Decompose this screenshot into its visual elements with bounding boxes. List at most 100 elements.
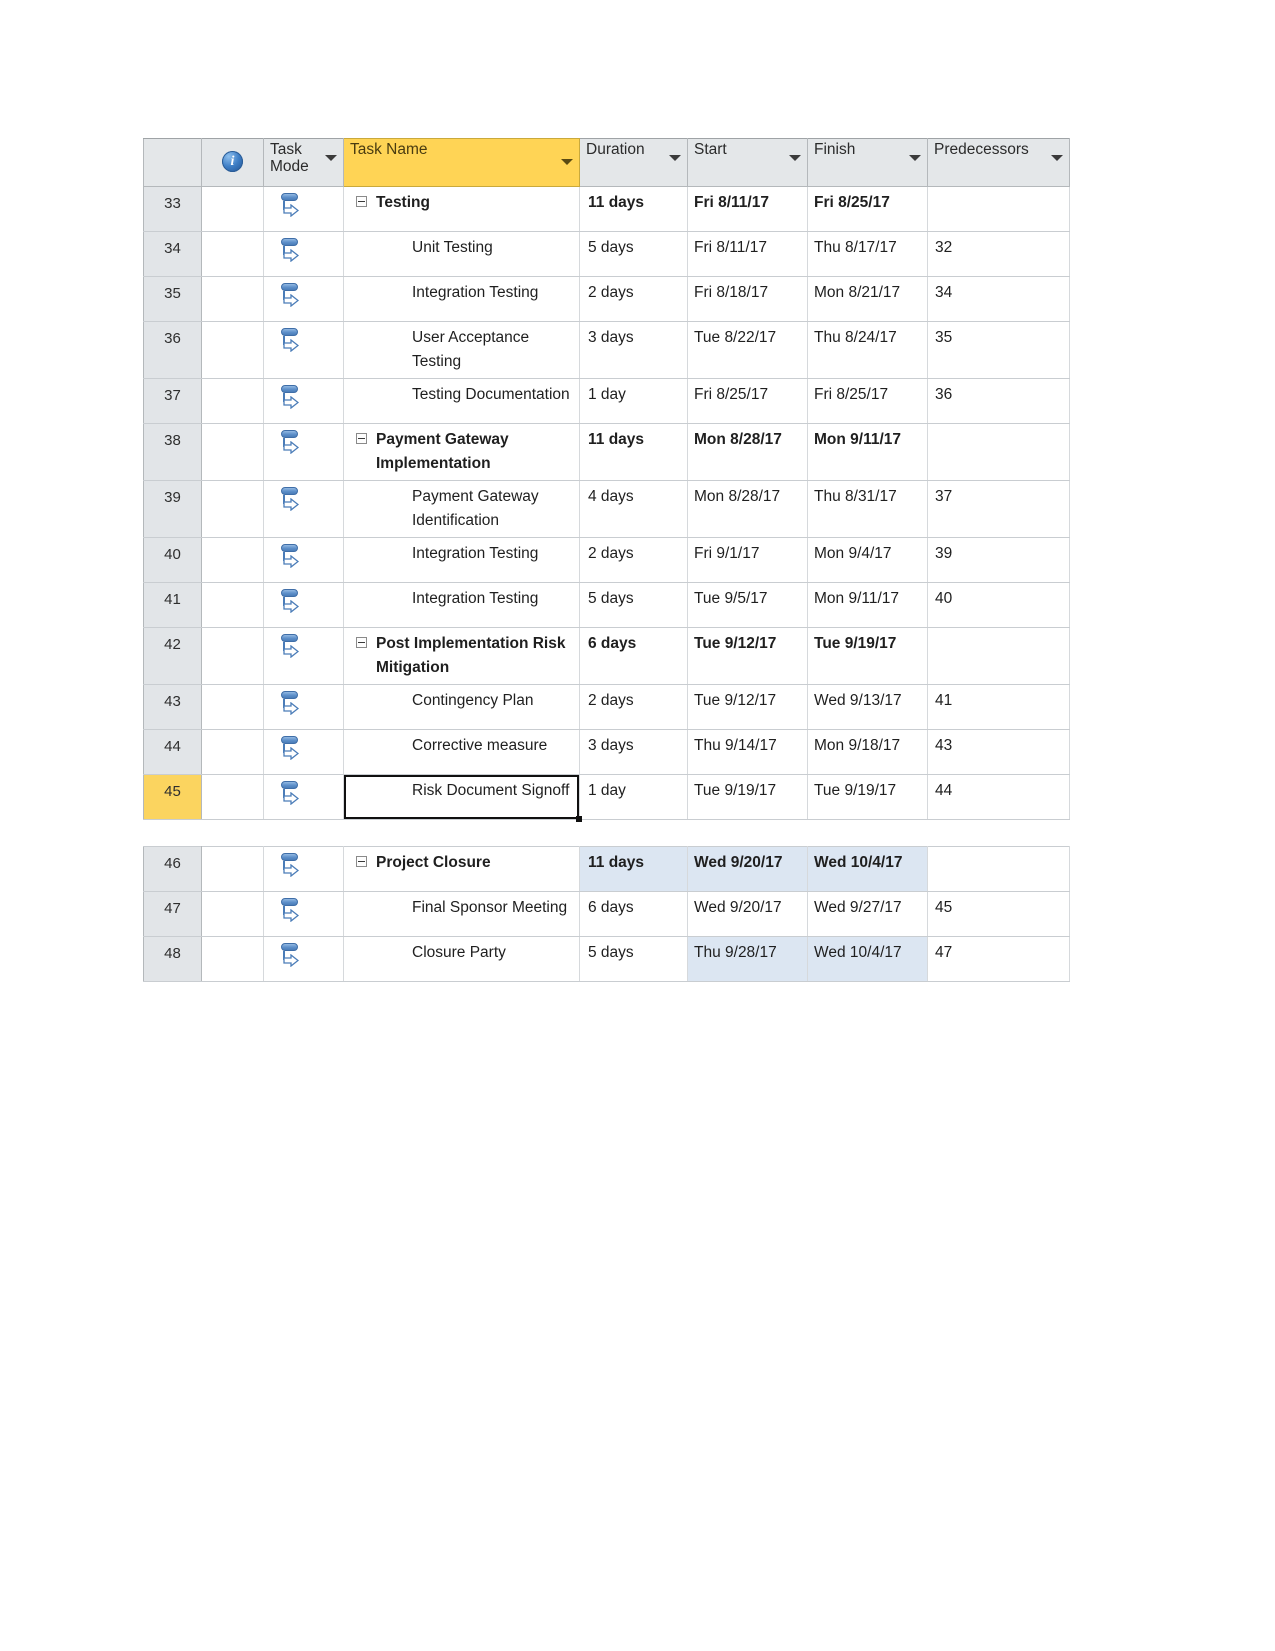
indicator-cell[interactable] bbox=[201, 186, 264, 233]
finish-date-cell[interactable]: Wed 9/27/17 bbox=[807, 891, 928, 938]
start-date-cell[interactable]: Tue 9/12/17 bbox=[687, 627, 808, 686]
table-row[interactable]: 38 Payment Gateway Implementation 11 days M… bbox=[143, 423, 1070, 482]
auto-scheduled-icon[interactable] bbox=[280, 736, 304, 762]
indicator-cell[interactable] bbox=[201, 321, 264, 380]
indicator-cell[interactable] bbox=[201, 582, 264, 629]
row-number-cell[interactable]: 46 bbox=[143, 846, 202, 893]
table-row[interactable]: 46 Project Closure 11 days Wed 9/20/17 Wed 1… bbox=[143, 846, 1070, 893]
row-number-cell[interactable]: 35 bbox=[143, 276, 202, 323]
predecessors-cell[interactable]: 34 bbox=[927, 276, 1070, 323]
duration-cell[interactable]: 5 days bbox=[579, 582, 688, 629]
table-row[interactable]: 45 Risk Document Signoff 1 day Tue 9/19/17 T… bbox=[143, 774, 1070, 822]
start-date-cell[interactable]: Wed 9/20/17 bbox=[687, 891, 808, 938]
table-row[interactable]: 37 Testing Documentation 1 day Fri 8/25/17 F… bbox=[143, 378, 1070, 425]
task-name-cell[interactable]: Testing Documentation bbox=[343, 378, 580, 425]
row-number-cell[interactable]: 39 bbox=[143, 480, 202, 539]
start-date-cell[interactable]: Fri 8/25/17 bbox=[687, 378, 808, 425]
predecessors-cell[interactable]: 45 bbox=[927, 891, 1070, 938]
row-number-cell[interactable]: 36 bbox=[143, 321, 202, 380]
duration-cell[interactable]: 2 days bbox=[579, 276, 688, 323]
start-date-cell[interactable]: Wed 9/20/17 bbox=[687, 846, 808, 893]
chevron-down-icon[interactable] bbox=[789, 155, 801, 161]
row-number-cell[interactable]: 48 bbox=[143, 936, 202, 983]
task-name-cell[interactable]: Final Sponsor Meeting bbox=[343, 891, 580, 938]
duration-cell[interactable]: 1 day bbox=[579, 378, 688, 425]
table-row[interactable]: 34 Unit Testing 5 days Fri 8/11/17 Thu 8/17/… bbox=[143, 231, 1070, 278]
start-date-cell[interactable]: Fri 8/18/17 bbox=[687, 276, 808, 323]
duration-cell[interactable]: 11 days bbox=[579, 186, 688, 233]
auto-scheduled-icon[interactable] bbox=[280, 898, 304, 924]
chevron-down-icon[interactable] bbox=[561, 159, 573, 165]
finish-date-cell[interactable]: Mon 8/21/17 bbox=[807, 276, 928, 323]
row-number-cell[interactable]: 37 bbox=[143, 378, 202, 425]
auto-scheduled-icon[interactable] bbox=[280, 943, 304, 969]
chevron-down-icon[interactable] bbox=[669, 155, 681, 161]
finish-date-cell[interactable]: Tue 9/19/17 bbox=[807, 627, 928, 686]
task-mode-cell[interactable] bbox=[263, 582, 344, 629]
finish-date-cell[interactable]: Thu 8/17/17 bbox=[807, 231, 928, 278]
finish-date-cell[interactable]: Fri 8/25/17 bbox=[807, 186, 928, 233]
task-name-cell[interactable]: Unit Testing bbox=[343, 231, 580, 278]
start-date-cell[interactable]: Fri 8/11/17 bbox=[687, 186, 808, 233]
table-row[interactable]: 44 Corrective measure 3 days Thu 9/14/17 Mon… bbox=[143, 729, 1070, 776]
predecessors-cell[interactable]: 43 bbox=[927, 729, 1070, 776]
collapse-toggle-icon[interactable] bbox=[356, 196, 367, 207]
auto-scheduled-icon[interactable] bbox=[280, 544, 304, 570]
duration-cell[interactable]: 11 days bbox=[579, 423, 688, 482]
auto-scheduled-icon[interactable] bbox=[280, 193, 304, 219]
predecessors-cell[interactable]: 41 bbox=[927, 684, 1070, 731]
finish-date-cell[interactable]: Thu 8/31/17 bbox=[807, 480, 928, 539]
duration-cell[interactable]: 2 days bbox=[579, 537, 688, 584]
auto-scheduled-icon[interactable] bbox=[280, 328, 304, 354]
indicator-cell[interactable] bbox=[201, 891, 264, 938]
predecessors-cell[interactable]: 44 bbox=[927, 774, 1070, 821]
task-name-cell[interactable]: Payment Gateway Implementation bbox=[343, 423, 580, 482]
row-number-cell[interactable]: 43 bbox=[143, 684, 202, 731]
indicator-cell[interactable] bbox=[201, 846, 264, 893]
predecessors-cell[interactable]: 32 bbox=[927, 231, 1070, 278]
start-date-cell[interactable]: Tue 9/5/17 bbox=[687, 582, 808, 629]
auto-scheduled-icon[interactable] bbox=[280, 283, 304, 309]
predecessors-cell[interactable]: 35 bbox=[927, 321, 1070, 380]
duration-cell[interactable]: 2 days bbox=[579, 684, 688, 731]
indicator-cell[interactable] bbox=[201, 276, 264, 323]
row-number-cell[interactable]: 47 bbox=[143, 891, 202, 938]
task-name-cell[interactable]: Contingency Plan bbox=[343, 684, 580, 731]
predecessors-cell[interactable]: 47 bbox=[927, 936, 1070, 983]
task-name-cell[interactable]: Risk Document Signoff bbox=[343, 774, 583, 822]
task-mode-cell[interactable] bbox=[263, 276, 344, 323]
duration-cell[interactable]: 1 day bbox=[579, 774, 688, 821]
table-row[interactable]: 43 Contingency Plan 2 days Tue 9/12/17 Wed 9… bbox=[143, 684, 1070, 731]
task-name-cell[interactable]: Integration Testing bbox=[343, 276, 580, 323]
finish-date-cell[interactable]: Mon 9/18/17 bbox=[807, 729, 928, 776]
row-number-cell[interactable]: 42 bbox=[143, 627, 202, 686]
duration-cell[interactable]: 3 days bbox=[579, 321, 688, 380]
finish-date-cell[interactable]: Wed 10/4/17 bbox=[807, 846, 928, 893]
finish-date-cell[interactable]: Mon 9/4/17 bbox=[807, 537, 928, 584]
duration-cell[interactable]: 11 days bbox=[579, 846, 688, 893]
finish-date-cell[interactable]: Wed 9/13/17 bbox=[807, 684, 928, 731]
row-number-cell[interactable]: 33 bbox=[143, 186, 202, 233]
predecessors-cell[interactable]: 40 bbox=[927, 582, 1070, 629]
column-header-indicators[interactable]: i bbox=[201, 138, 264, 187]
column-header-predecessors[interactable]: Predecessors bbox=[927, 138, 1070, 187]
column-header-task-name[interactable]: Task Name bbox=[343, 138, 580, 187]
indicator-cell[interactable] bbox=[201, 537, 264, 584]
duration-cell[interactable]: 4 days bbox=[579, 480, 688, 539]
indicator-cell[interactable] bbox=[201, 378, 264, 425]
finish-date-cell[interactable]: Thu 8/24/17 bbox=[807, 321, 928, 380]
start-date-cell[interactable]: Fri 9/1/17 bbox=[687, 537, 808, 584]
duration-cell[interactable]: 5 days bbox=[579, 231, 688, 278]
indicator-cell[interactable] bbox=[201, 936, 264, 983]
task-name-cell[interactable]: Closure Party bbox=[343, 936, 580, 983]
finish-date-cell[interactable]: Mon 9/11/17 bbox=[807, 582, 928, 629]
table-row[interactable]: 36 User Acceptance Testing 3 days Tue 8/22/… bbox=[143, 321, 1070, 380]
task-mode-cell[interactable] bbox=[263, 774, 344, 821]
collapse-toggle-icon[interactable] bbox=[356, 637, 367, 649]
start-date-cell[interactable]: Thu 9/28/17 bbox=[687, 936, 808, 983]
auto-scheduled-icon[interactable] bbox=[280, 385, 304, 411]
column-header-task-mode[interactable]: Task Mode bbox=[263, 138, 344, 187]
indicator-cell[interactable] bbox=[201, 231, 264, 278]
auto-scheduled-icon[interactable] bbox=[280, 589, 304, 615]
auto-scheduled-icon[interactable] bbox=[280, 781, 304, 807]
